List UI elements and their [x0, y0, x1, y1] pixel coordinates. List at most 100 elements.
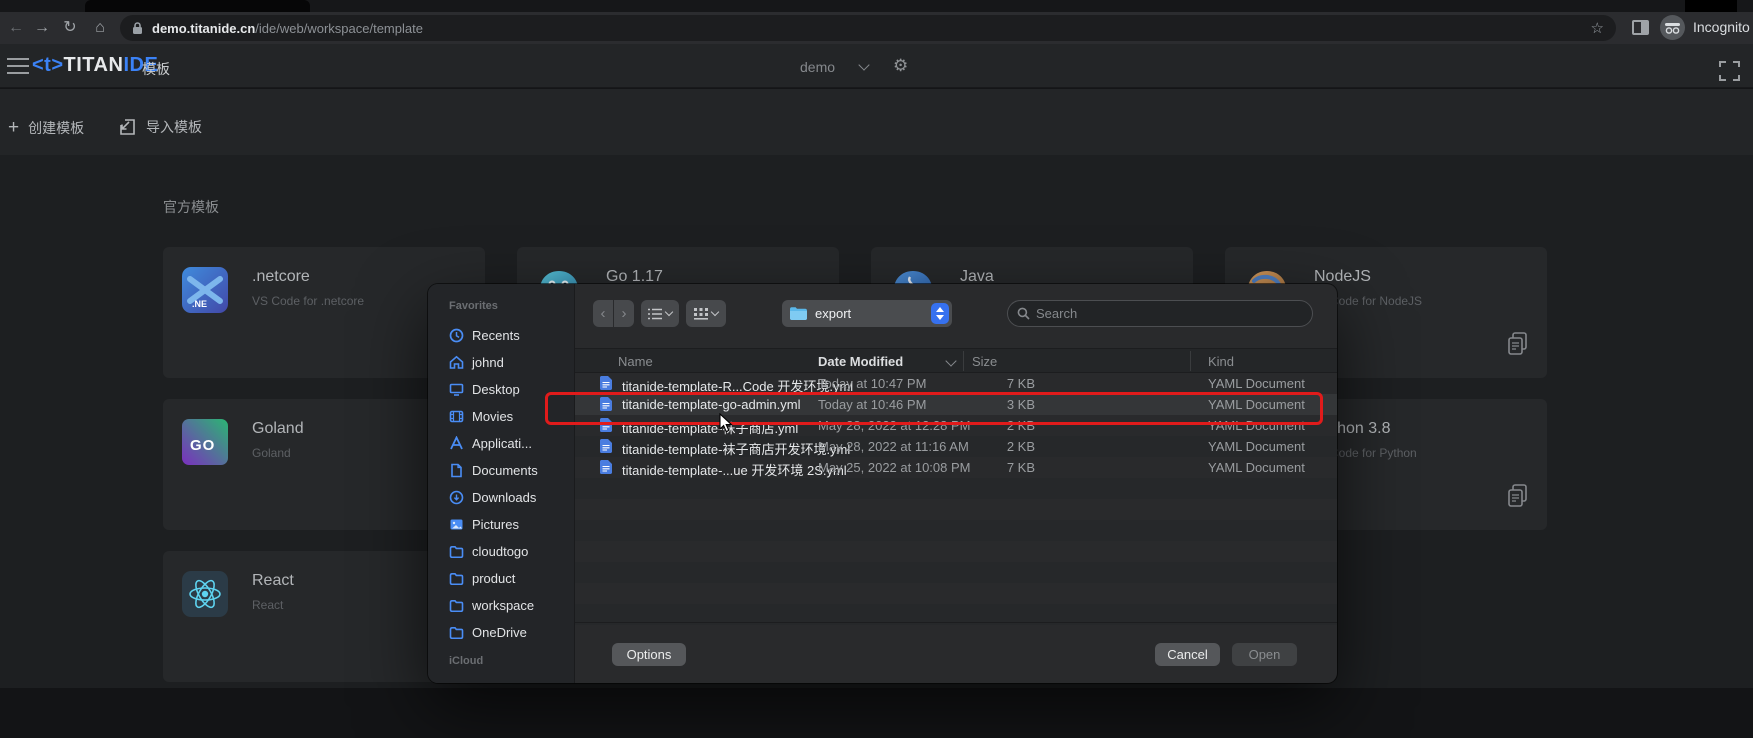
sidebar-item-pictures[interactable]: Pictures: [449, 511, 574, 538]
icloud-header: iCloud: [449, 655, 574, 677]
applications-icon: [449, 436, 464, 451]
app-header: <t>TITANIDE 模板 demo ⚙: [0, 44, 1753, 88]
column-divider[interactable]: [1190, 351, 1191, 371]
file-row[interactable]: titanide-template-R...Code 开发环境.ymlToday…: [575, 373, 1337, 394]
dialog-back-button[interactable]: ‹: [593, 300, 613, 327]
sidebar-item-downloads[interactable]: Downloads: [449, 484, 574, 511]
sidebar-item-applications[interactable]: Applicati...: [449, 430, 574, 457]
folder-icon: [449, 545, 464, 558]
duplicate-doc-icon[interactable]: [1507, 484, 1529, 508]
folder-icon: [449, 572, 464, 585]
dialog-forward-button[interactable]: ›: [614, 300, 634, 327]
react-icon: [182, 571, 228, 617]
sort-chevron-icon[interactable]: [945, 355, 956, 366]
menu-icon[interactable]: [7, 58, 29, 79]
column-kind[interactable]: Kind: [1208, 354, 1234, 369]
side-panel-icon[interactable]: [1632, 20, 1649, 35]
empty-row: [575, 562, 1337, 583]
forward-icon[interactable]: →: [30, 16, 54, 40]
dialog-main-pane: ‹ › export Search Name Date Modified Siz…: [575, 284, 1337, 683]
section-title: 官方模板: [163, 197, 219, 217]
home-icon[interactable]: ⌂: [88, 16, 112, 40]
url-text: demo.titanide.cn/ide/web/workspace/templ…: [152, 21, 423, 36]
import-template-button[interactable]: 导入模板: [118, 117, 202, 137]
folder-icon: [449, 599, 464, 612]
chevron-down-icon: [665, 308, 673, 316]
stepper-icon[interactable]: [931, 303, 949, 324]
location-label: export: [815, 306, 851, 321]
yaml-file-icon: [600, 376, 612, 390]
file-open-dialog: Favorites Recents johnd Desktop Movies A…: [428, 284, 1337, 683]
sidebar-item-johnd[interactable]: johnd: [449, 349, 574, 376]
app-logo[interactable]: <t>TITANIDE: [32, 54, 158, 77]
download-icon: [449, 490, 464, 505]
plus-icon: +: [8, 117, 19, 139]
folder-icon: [790, 307, 807, 320]
fullscreen-icon[interactable]: [1719, 61, 1740, 81]
empty-row: [575, 583, 1337, 604]
cancel-button[interactable]: Cancel: [1155, 643, 1220, 666]
favorites-header: Favorites: [449, 300, 574, 322]
search-placeholder: Search: [1036, 306, 1077, 321]
sidebar-item-recents[interactable]: Recents: [449, 322, 574, 349]
browser-toolbar: ← → ↻ ⌂ demo.titanide.cn/ide/web/workspa…: [0, 12, 1753, 44]
incognito-icon: [1660, 15, 1685, 40]
chevron-down-icon: [711, 308, 719, 316]
back-icon[interactable]: ←: [4, 16, 28, 40]
incognito-label: Incognito: [1693, 19, 1750, 35]
pictures-icon: [449, 517, 464, 532]
workspace-selector[interactable]: demo: [800, 59, 835, 75]
folder-icon: [449, 626, 464, 639]
goland-icon: GO: [182, 419, 228, 465]
yaml-file-icon: [600, 460, 612, 474]
film-icon: [449, 409, 464, 424]
bookmark-star-icon[interactable]: ☆: [1591, 19, 1604, 37]
card-title: React: [252, 572, 294, 590]
list-view-button[interactable]: [641, 300, 679, 327]
empty-row: [575, 520, 1337, 541]
column-name[interactable]: Name: [618, 354, 653, 369]
address-bar[interactable]: demo.titanide.cn/ide/web/workspace/templ…: [120, 15, 1616, 41]
yaml-file-icon: [600, 439, 612, 453]
mouse-cursor: [719, 413, 733, 433]
import-icon: [118, 118, 137, 136]
file-row[interactable]: titanide-template-袜子商店开发环境.ymlMay 28, 20…: [575, 436, 1337, 457]
sidebar-item-product[interactable]: product: [449, 565, 574, 592]
column-divider[interactable]: [963, 351, 964, 371]
dialog-footer: Options Cancel Open: [575, 622, 1337, 683]
svg-text:GO: GO: [190, 437, 215, 454]
sidebar-item-onedrive[interactable]: OneDrive: [449, 619, 574, 646]
annotation-highlight-box: [545, 392, 1323, 425]
duplicate-doc-icon[interactable]: [1507, 332, 1529, 356]
card-subtitle: React: [252, 598, 283, 612]
sidebar-item-documents[interactable]: Documents: [449, 457, 574, 484]
browser-tab[interactable]: [85, 0, 310, 12]
sidebar-item-workspace[interactable]: workspace: [449, 592, 574, 619]
chevron-down-icon[interactable]: [858, 59, 869, 70]
search-input[interactable]: Search: [1007, 300, 1313, 327]
group-view-button[interactable]: [686, 300, 726, 327]
column-date-modified[interactable]: Date Modified: [818, 354, 903, 369]
file-list-header: Name Date Modified Size Kind: [575, 348, 1337, 373]
page-title: 模板: [142, 59, 170, 79]
empty-row: [575, 499, 1337, 520]
card-subtitle: VS Code for .netcore: [252, 294, 364, 308]
dotnet-icon: .NE: [182, 267, 228, 313]
window-black-patch: [1685, 0, 1737, 12]
sidebar-item-cloudtogo[interactable]: cloudtogo: [449, 538, 574, 565]
reload-icon[interactable]: ↻: [58, 16, 82, 40]
empty-row: [575, 541, 1337, 562]
location-dropdown[interactable]: export: [782, 300, 952, 327]
home-icon: [449, 355, 464, 370]
empty-row: [575, 478, 1337, 499]
clock-icon: [449, 328, 464, 343]
create-template-button[interactable]: + 创建模板: [8, 117, 84, 139]
document-icon: [449, 463, 464, 478]
file-row[interactable]: titanide-template-...ue 开发环境 2S.ymlMay 2…: [575, 457, 1337, 478]
card-subtitle: Goland: [252, 446, 291, 460]
options-button[interactable]: Options: [612, 643, 686, 666]
grid-view-icon: [694, 308, 708, 320]
open-button[interactable]: Open: [1232, 643, 1297, 666]
settings-gear-icon[interactable]: ⚙: [893, 56, 908, 76]
column-size[interactable]: Size: [972, 354, 997, 369]
